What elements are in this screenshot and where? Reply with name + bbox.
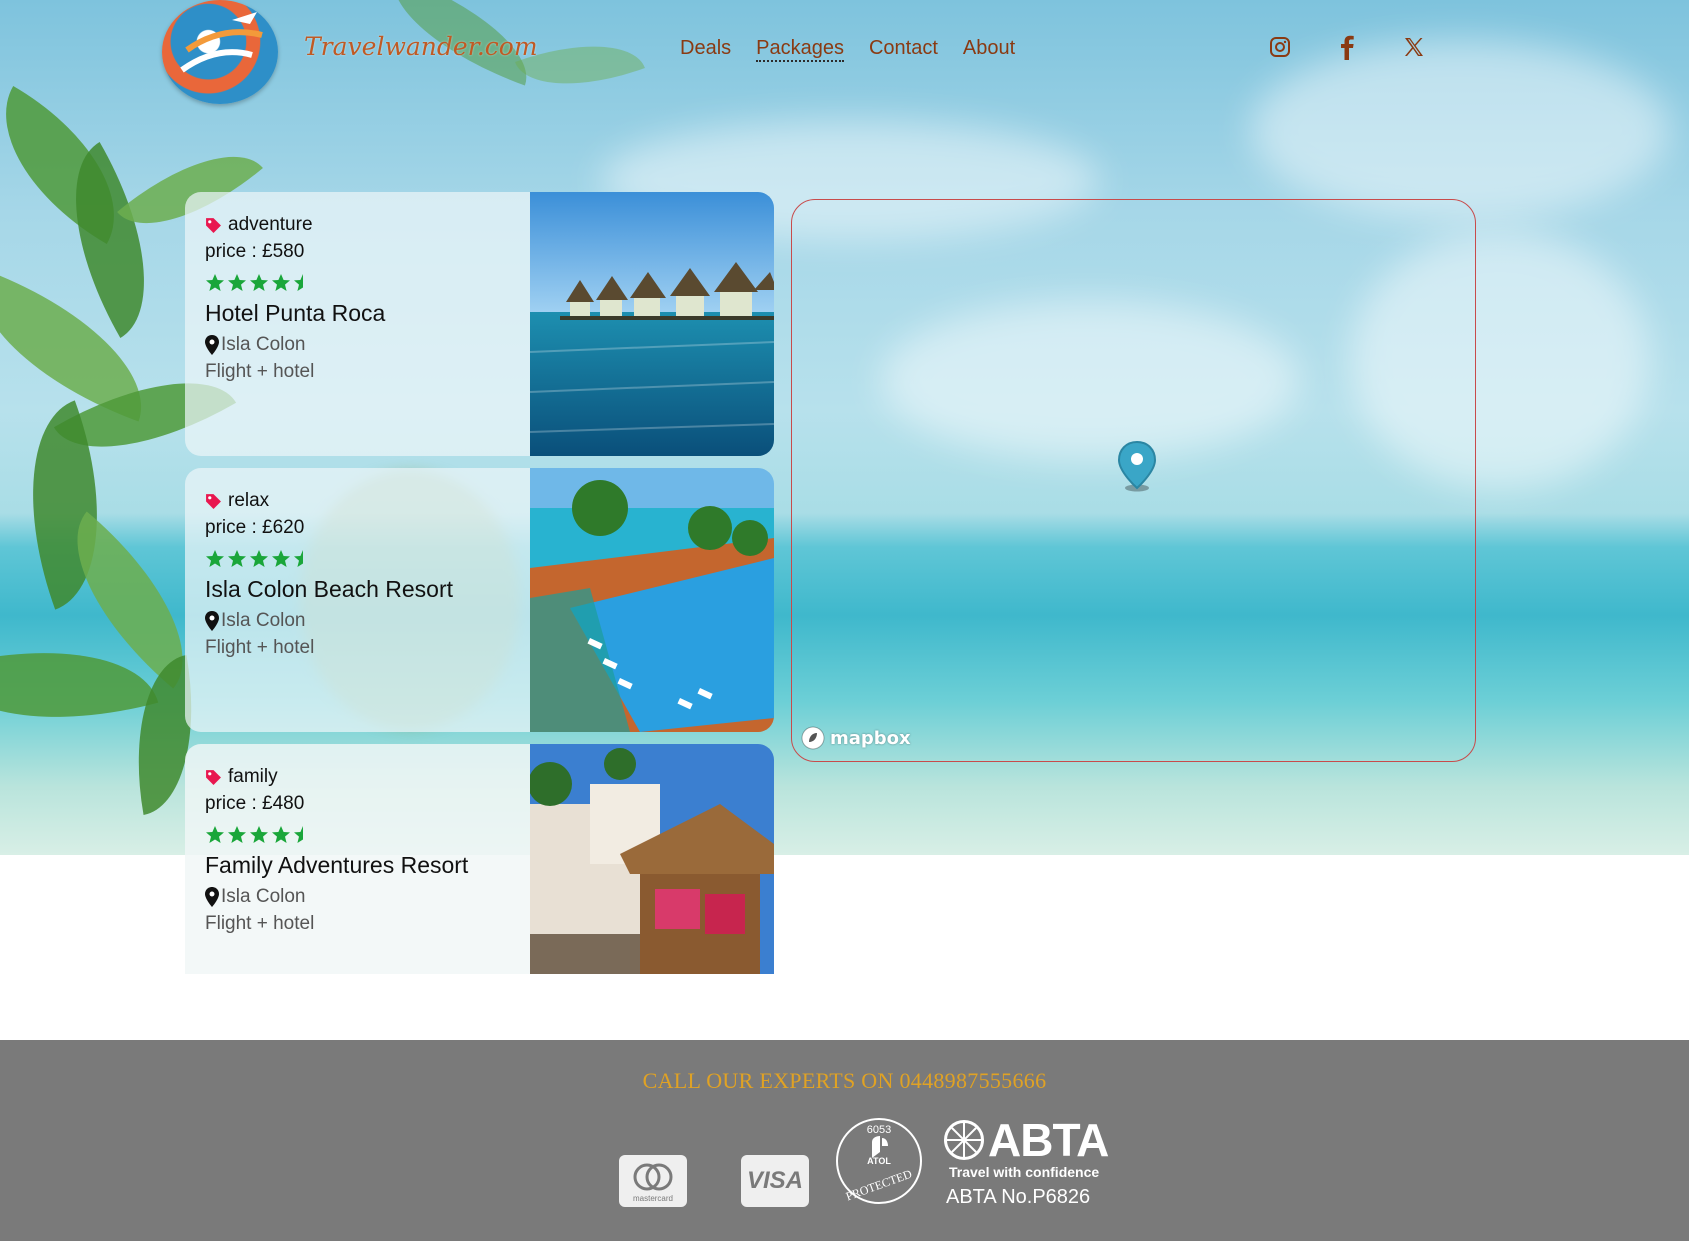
card-price: price : £480	[205, 793, 305, 814]
atol-protected-badge: 6053 ATOL PROTECTED	[836, 1118, 922, 1204]
abta-wordmark: ABTA	[988, 1114, 1109, 1166]
card-tag: relax	[228, 490, 270, 511]
nav-about[interactable]: About	[963, 37, 1015, 62]
card-title[interactable]: Hotel Punta Roca	[205, 300, 530, 330]
star-icon	[250, 826, 268, 843]
brand-name[interactable]: Travelwander.com	[304, 32, 538, 61]
card-title[interactable]: Family Adventures Resort	[205, 852, 530, 882]
abta-badge: ABTA Travel with confidence ABTA No.P682…	[944, 1114, 1109, 1209]
mapbox-attribution[interactable]: mapbox	[800, 725, 911, 751]
card-location: Isla Colon	[221, 334, 306, 355]
abta-tagline: Travel with confidence	[949, 1164, 1100, 1180]
star-icon	[228, 550, 246, 567]
mastercard-icon: mastercard	[619, 1155, 687, 1207]
card-package-type: Flight + hotel	[205, 361, 315, 382]
card-price: price : £620	[205, 517, 305, 538]
star-icon	[272, 274, 290, 291]
map-panel[interactable]: mapbox	[791, 199, 1476, 762]
abta-globe-icon	[944, 1120, 984, 1160]
package-card[interactable]: adventure price : £580 Hotel Punta Roca …	[185, 192, 774, 456]
star-icon	[206, 550, 224, 567]
location-pin-icon	[205, 335, 219, 355]
instagram-icon[interactable]	[1266, 33, 1294, 61]
card-info: relax price : £620 Isla Colon Beach Reso…	[185, 468, 530, 732]
star-icon	[272, 826, 290, 843]
card-title[interactable]: Isla Colon Beach Resort	[205, 576, 530, 606]
star-icon	[250, 550, 268, 567]
rating-stars	[205, 546, 530, 572]
card-price: price : £580	[205, 241, 305, 262]
card-tag: adventure	[228, 214, 313, 235]
rating-stars	[205, 270, 530, 296]
visa-icon: VISA	[741, 1155, 809, 1207]
main-nav: Deals Packages Contact About	[680, 37, 1015, 62]
star-icon	[228, 826, 246, 843]
tag-icon	[206, 769, 221, 785]
footer: CALL OUR EXPERTS ON 0448987555666 master…	[0, 1040, 1689, 1241]
package-card[interactable]: family price : £480 Family Adventures Re…	[185, 744, 774, 974]
nav-contact[interactable]: Contact	[869, 37, 938, 62]
abta-number: ABTA No.P6826	[946, 1186, 1091, 1208]
location-pin-icon	[205, 611, 219, 631]
card-location: Isla Colon	[221, 886, 306, 907]
star-icon	[228, 274, 246, 291]
site-logo[interactable]	[162, 0, 278, 104]
star-icon	[272, 550, 290, 567]
card-package-type: Flight + hotel	[205, 913, 315, 934]
isla-colon-beach-resort-photo[interactable]	[530, 468, 774, 732]
card-tag: family	[228, 766, 278, 787]
nav-packages[interactable]: Packages	[756, 37, 844, 62]
x-icon[interactable]	[1400, 33, 1428, 61]
location-pin-icon	[205, 887, 219, 907]
hotel-punta-roca-photo[interactable]	[530, 192, 774, 456]
rating-stars	[205, 822, 530, 848]
call-experts-text: CALL OUR EXPERTS ON 0448987555666	[642, 1068, 1047, 1093]
star-icon	[206, 826, 224, 843]
card-info: adventure price : £580 Hotel Punta Roca …	[185, 192, 530, 456]
tag-icon	[206, 217, 221, 233]
nav-deals[interactable]: Deals	[680, 37, 731, 62]
half-star-icon	[294, 826, 303, 843]
star-icon	[206, 274, 224, 291]
card-info: family price : £480 Family Adventures Re…	[185, 744, 530, 974]
tag-icon	[206, 493, 221, 509]
mapbox-logo-icon	[801, 726, 825, 750]
package-card[interactable]: relax price : £620 Isla Colon Beach Reso…	[185, 468, 774, 732]
star-icon	[250, 274, 268, 291]
map-marker-icon[interactable]	[1116, 440, 1158, 496]
half-star-icon	[294, 274, 303, 291]
half-star-icon	[294, 550, 303, 567]
family-adventures-resort-photo[interactable]	[530, 744, 774, 974]
facebook-icon[interactable]	[1333, 33, 1361, 61]
card-location: Isla Colon	[221, 610, 306, 631]
card-package-type: Flight + hotel	[205, 637, 315, 658]
